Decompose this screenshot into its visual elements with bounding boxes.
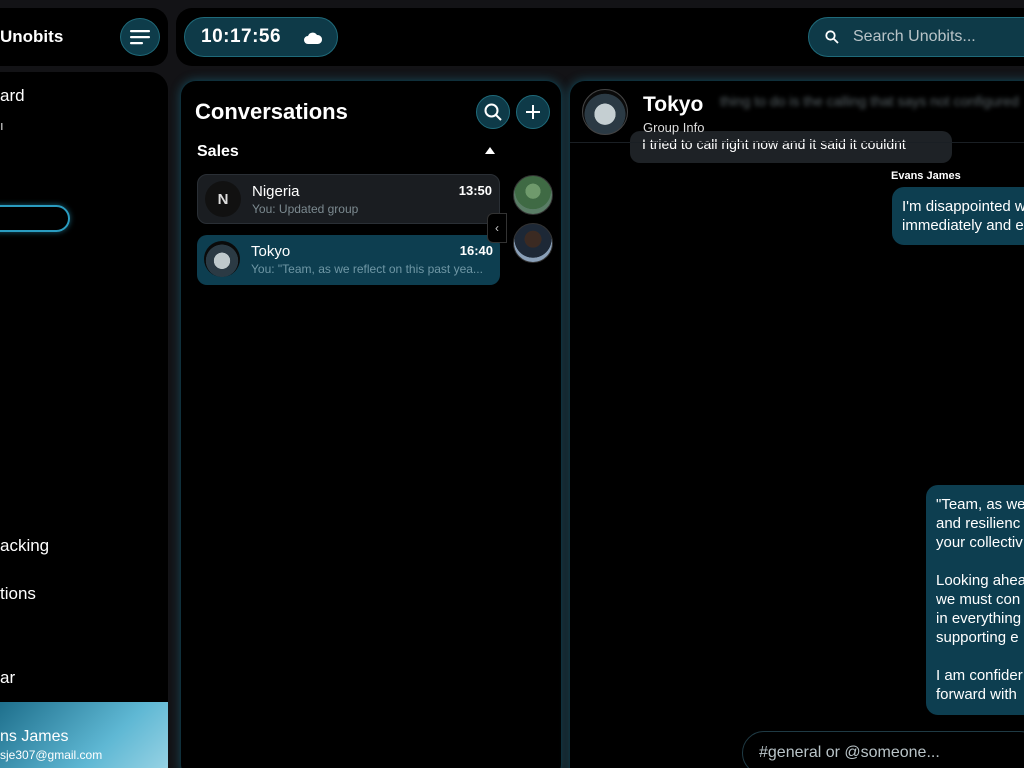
message-sender: Evans James (891, 170, 961, 182)
group-label: Sales (197, 143, 239, 160)
conversation-name: Nigeria (252, 183, 300, 200)
member-avatar[interactable] (513, 223, 553, 263)
message-paragraph: I am confider forward with (936, 666, 1024, 704)
clock-time: 10:17:56 (201, 26, 282, 47)
sidebar-item-notifications[interactable]: tions (0, 584, 36, 604)
cloud-icon (304, 32, 323, 44)
conversation-item[interactable]: N Nigeria 13:50 You: Updated group (197, 174, 500, 224)
blurred-message-text: thing to do is the calling that says not… (720, 93, 1019, 109)
chat-panel: I tried to call right now and it said it… (569, 80, 1024, 768)
hamburger-icon (130, 30, 150, 45)
message-line: I'm disappointed w (902, 198, 1024, 215)
plus-icon (526, 105, 540, 119)
conversation-time: 13:50 (458, 183, 492, 198)
message-bubble: "Team, as we and resilienc your collecti… (926, 485, 1024, 715)
conversations-title: Conversations (195, 99, 348, 124)
chat-title[interactable]: Tokyo (643, 93, 703, 117)
search-input[interactable] (853, 28, 1023, 46)
global-search[interactable] (808, 17, 1024, 57)
message-line: in everything (936, 610, 1022, 627)
collapse-members-button[interactable]: ‹ (487, 213, 507, 243)
message-line: immediately and e (902, 217, 1024, 234)
profile-card[interactable]: ns James sje307@gmail.com (0, 702, 168, 768)
profile-email: sje307@gmail.com (0, 748, 103, 762)
conversations-panel: Conversations Sales N Nigeria 13:50 You:… (180, 80, 562, 768)
conversation-time: 16:40 (459, 243, 493, 258)
message-line: I am confider (936, 667, 1023, 684)
sidebar-item-tracking[interactable]: acking (0, 536, 49, 556)
message-line: and resilienc (936, 515, 1021, 532)
message-paragraph: "Team, as we and resilienc your collecti… (936, 495, 1024, 552)
sidebar-input-field[interactable] (0, 205, 70, 232)
clock-widget: 10:17:56 (184, 17, 338, 57)
conversation-name: Tokyo (251, 243, 291, 260)
member-avatar[interactable] (513, 175, 553, 215)
search-icon (825, 30, 839, 44)
sidebar-item-calendar[interactable]: ar (0, 668, 15, 688)
app-root: Unobits 10:17:56 ard ı acking tions ar n… (0, 0, 1024, 768)
group-avatar[interactable] (582, 89, 628, 135)
group-info-link[interactable]: Group Info (643, 120, 704, 135)
message-line: your collectiv (936, 534, 1023, 551)
message-input[interactable] (759, 744, 1019, 762)
profile-name: ns James (0, 728, 69, 745)
new-conversation-button[interactable] (516, 95, 550, 129)
menu-button[interactable] (120, 18, 160, 56)
message-paragraph: Looking ahea we must con in everything s… (936, 571, 1024, 647)
message-line: forward with (936, 686, 1017, 703)
sidebar: ard ı acking tions ar ns James sje307@gm… (0, 72, 168, 768)
brand-name: Unobits (0, 27, 64, 46)
search-conversations-button[interactable] (476, 95, 510, 129)
message-line: we must con (936, 591, 1021, 608)
conversation-item[interactable]: Tokyo 16:40 You: "Team, as we reflect on… (197, 235, 500, 285)
search-icon (484, 103, 502, 121)
avatar (204, 241, 240, 277)
conversation-preview: You: "Team, as we reflect on this past y… (251, 262, 483, 276)
message-composer[interactable] (742, 731, 1024, 768)
chat-header: thing to do is the calling that says not… (570, 81, 1024, 143)
sidebar-small-label: ı (0, 118, 4, 133)
message-bubble: I'm disappointed w immediately and e (892, 187, 1024, 245)
message-line: supporting e (936, 629, 1019, 646)
collapse-caret-icon[interactable] (485, 147, 495, 154)
sidebar-item-dashboard[interactable]: ard (0, 86, 25, 106)
message-line: "Team, as we (936, 496, 1024, 513)
message-line: Looking ahea (936, 572, 1024, 589)
conversation-preview: You: Updated group (252, 202, 359, 216)
avatar: N (205, 181, 241, 217)
